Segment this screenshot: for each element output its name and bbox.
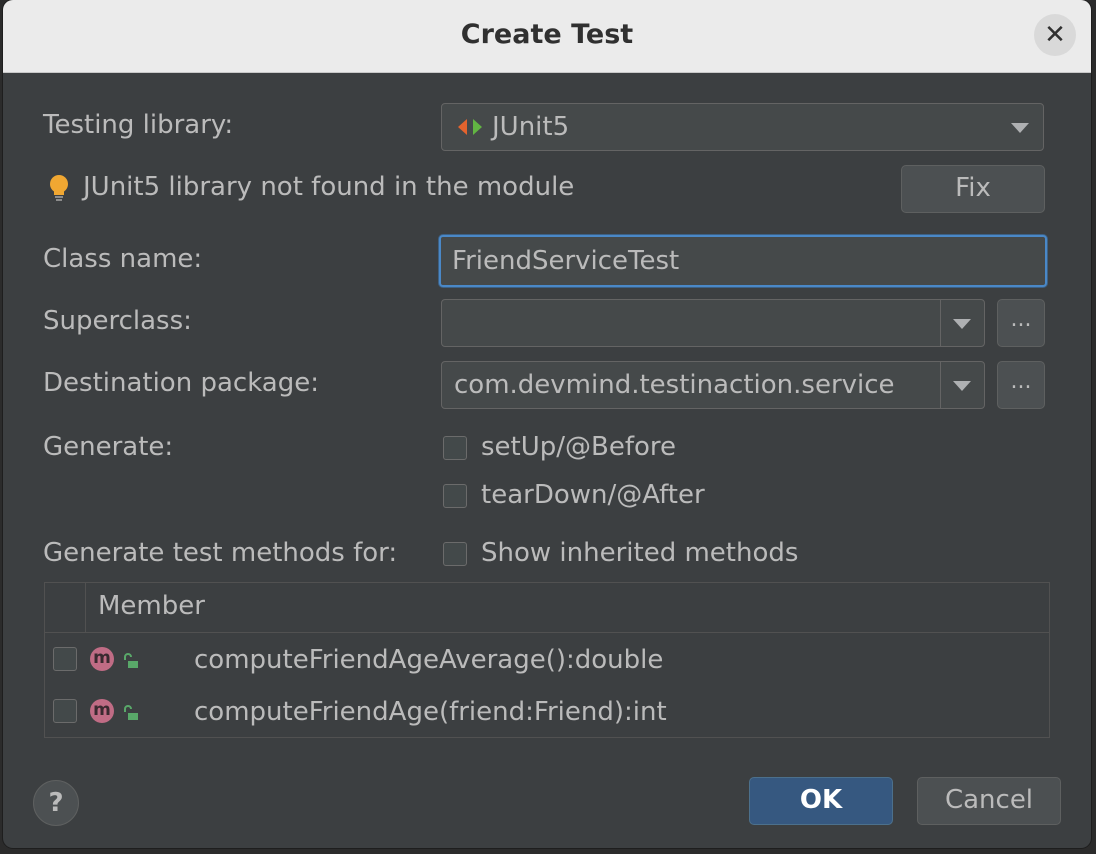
member-column-header[interactable]: Member [98,591,205,621]
chevron-down-icon [953,381,971,391]
unlocked-icon [124,705,138,720]
dialog-title: Create Test [460,19,634,50]
destination-browse-button[interactable]: ... [997,361,1045,409]
method-name: computeFriendAge(friend:Friend):int [194,697,667,727]
ok-button[interactable]: OK [749,777,893,825]
title-bar: Create Test ✕ [3,0,1091,73]
help-icon: ? [48,788,64,818]
testing-library-label: Testing library: [43,110,234,140]
method-name: computeFriendAgeAverage():double [194,645,664,675]
teardown-checkbox[interactable] [443,484,467,508]
junit-icon [458,119,482,135]
create-test-dialog: Create Test ✕ Testing library: JUnit5 JU… [3,0,1091,848]
close-button[interactable]: ✕ [1034,14,1076,56]
unlocked-icon [124,653,138,668]
superclass-browse-button[interactable]: ... [997,299,1045,347]
combobox-divider [940,300,941,346]
table-row[interactable]: m computeFriendAge(friend:Friend):int [45,685,1049,737]
setup-checkbox-label: setUp/@Before [481,432,677,462]
destination-package-value: com.devmind.testinaction.service [454,370,895,400]
testing-library-value: JUnit5 [492,112,570,142]
superclass-label: Superclass: [43,306,192,336]
close-icon: ✕ [1044,20,1066,50]
class-name-value: FriendServiceTest [452,246,680,276]
superclass-combobox[interactable] [441,299,985,347]
warning-text: JUnit5 library not found in the module [83,172,575,202]
testing-library-dropdown[interactable]: JUnit5 [441,103,1044,151]
generate-label: Generate: [43,432,174,462]
lightbulb-icon [50,175,68,201]
chevron-down-icon [953,319,971,329]
row-checkbox[interactable] [53,699,77,723]
method-icon: m [90,699,114,723]
destination-package-label: Destination package: [43,368,319,398]
table-row[interactable]: m computeFriendAgeAverage():double [45,633,1049,685]
show-inherited-checkbox[interactable] [443,542,467,566]
method-icon: m [90,647,114,671]
fix-button[interactable]: Fix [901,165,1045,213]
teardown-checkbox-label: tearDown/@After [481,480,705,510]
table-header: Member [45,583,1049,633]
header-divider [85,583,86,632]
row-checkbox[interactable] [53,647,77,671]
combobox-divider [940,362,941,408]
setup-checkbox[interactable] [443,436,467,460]
help-button[interactable]: ? [33,780,79,826]
generate-methods-label: Generate test methods for: [43,538,398,568]
cancel-button[interactable]: Cancel [917,777,1061,825]
destination-package-combobox[interactable]: com.devmind.testinaction.service [441,361,985,409]
members-table: Member m computeFriendAgeAverage():doubl… [44,582,1050,738]
chevron-down-icon [1011,123,1029,133]
class-name-input[interactable]: FriendServiceTest [439,235,1047,287]
show-inherited-label: Show inherited methods [481,538,799,568]
class-name-label: Class name: [43,244,203,274]
